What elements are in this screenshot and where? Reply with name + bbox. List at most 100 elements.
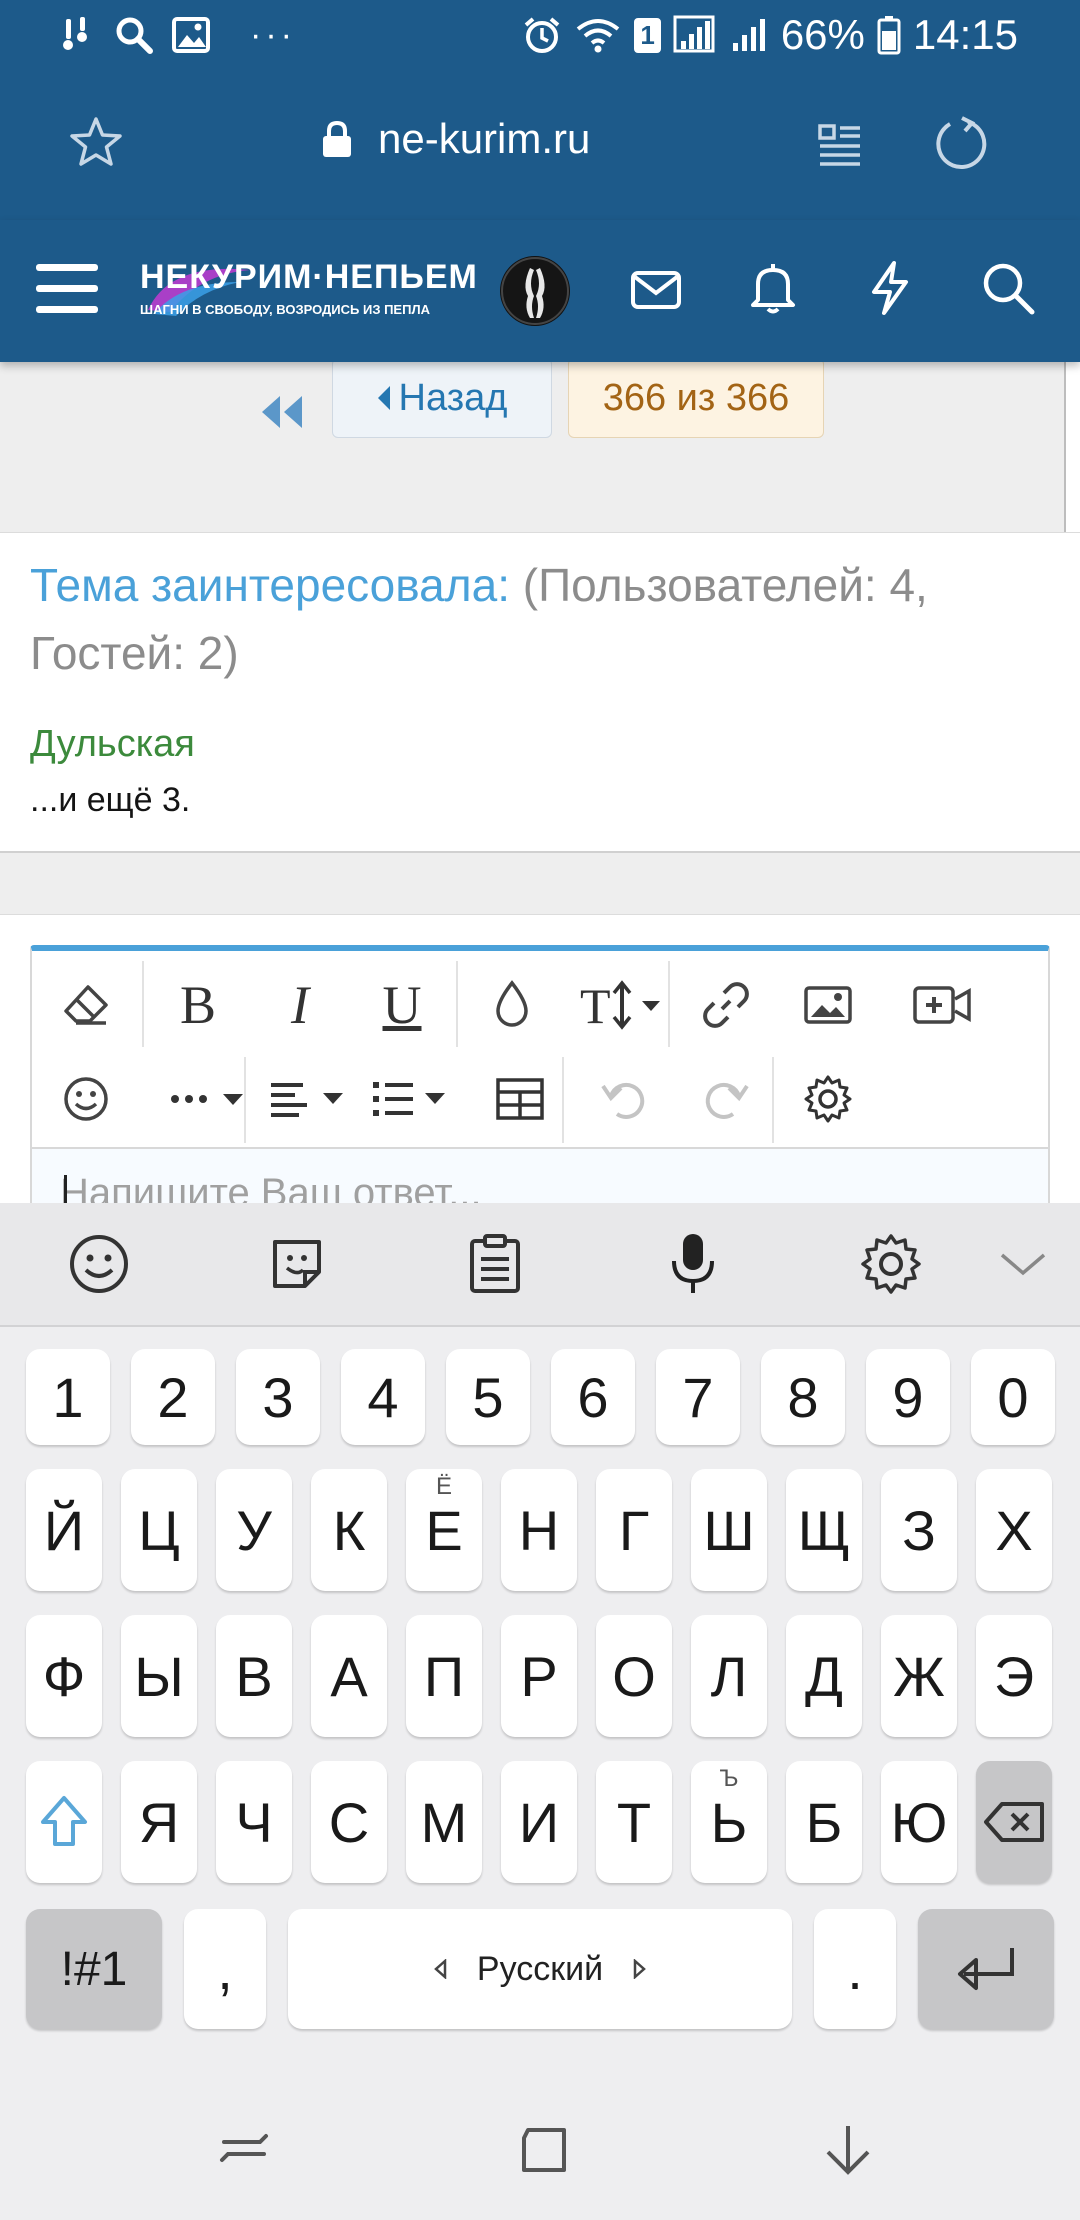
back-nav-icon[interactable] [818,2120,878,2180]
settings-icon[interactable] [788,1059,868,1139]
svg-text:T: T [580,979,611,1031]
key-1-label: 1 [52,1365,84,1429]
first-page-icon[interactable] [258,382,306,442]
redo-icon[interactable] [686,1059,766,1139]
color-icon[interactable] [472,965,552,1045]
list-icon[interactable] [362,1059,462,1139]
reload-icon[interactable] [932,116,988,172]
key-Н[interactable]: Н [501,1469,577,1591]
emoji-icon[interactable] [64,1229,134,1299]
smiley-icon[interactable] [46,1059,126,1139]
key-7[interactable]: 7 [656,1349,740,1445]
space-key-label: Русский [433,1950,647,1989]
key-9[interactable]: 9 [866,1349,950,1445]
key-Ш[interactable]: Ш [691,1469,767,1591]
key-М[interactable]: М [406,1761,482,1883]
key-Щ[interactable]: Щ [786,1469,862,1591]
watchers-title: Тема заинтересовала: (Пользователей: 4, … [30,551,1050,687]
user-link[interactable]: Дульская [30,723,195,766]
menu-icon[interactable] [34,258,100,318]
comma-key[interactable]: , [184,1909,266,2029]
site-logo[interactable]: НЕКУРИМ·НЕПЬЕМ ШАГНИ В СВОБОДУ, ВОЗРОДИС… [140,258,477,328]
key-Т[interactable]: Т [596,1761,672,1883]
key-Ы[interactable]: Ы [121,1615,197,1737]
key-Р[interactable]: Р [501,1615,577,1737]
key-К[interactable]: К [311,1469,387,1591]
key-Ф[interactable]: Ф [26,1615,102,1737]
key-3[interactable]: 3 [236,1349,320,1445]
key-И[interactable]: И [501,1761,577,1883]
key-6[interactable]: 6 [551,1349,635,1445]
back-button[interactable]: Назад [332,358,552,438]
bolt-icon[interactable] [866,260,914,316]
key-О[interactable]: О [596,1615,672,1737]
key-1[interactable]: 1 [26,1349,110,1445]
key-4[interactable]: 4 [341,1349,425,1445]
enter-key[interactable] [918,1909,1054,2029]
bold-icon[interactable]: B [158,965,238,1045]
key-Б[interactable]: Б [786,1761,862,1883]
key-3-label: 3 [262,1365,294,1429]
image-icon[interactable] [788,965,868,1045]
caret-right-icon [633,1959,646,1979]
mic-icon[interactable] [658,1229,728,1299]
reader-icon[interactable] [816,120,864,168]
eraser-icon[interactable] [46,965,126,1045]
toolbar-separator [772,1057,774,1143]
key-2-label: 2 [157,1365,189,1429]
period-key[interactable]: . [814,1909,896,2029]
key-З[interactable]: З [881,1469,957,1591]
address-bar[interactable]: ne-kurim.ru [320,115,590,163]
align-icon[interactable] [260,1059,360,1139]
key-5[interactable]: 5 [446,1349,530,1445]
table-icon[interactable] [480,1059,560,1139]
key-2[interactable]: 2 [131,1349,215,1445]
key-Й[interactable]: Й [26,1469,102,1591]
sticker-icon[interactable] [262,1229,332,1299]
avatar[interactable] [500,256,570,326]
key-Х[interactable]: Х [976,1469,1052,1591]
bell-icon[interactable] [748,260,798,316]
soft-keyboard: 1 2 34567890 ЙЦУКЕЁНГШЩЗХ ФЫВАПРОЛДЖЭ ЯЧСМИТЬ… [0,1203,1080,2078]
key-8[interactable]: 8 [761,1349,845,1445]
key-У[interactable]: У [216,1469,292,1591]
video-icon[interactable] [892,965,992,1045]
key-В[interactable]: В [216,1615,292,1737]
key-Л[interactable]: Л [691,1615,767,1737]
more-options-icon[interactable] [154,1059,264,1139]
more-users-text: ...и ещё 3. [30,781,191,819]
home-icon[interactable] [514,2120,574,2180]
key-С[interactable]: С [311,1761,387,1883]
underline-icon[interactable]: U [362,965,442,1045]
symbols-key[interactable]: !#1 [26,1909,162,2029]
shift-key[interactable] [26,1761,102,1883]
star-icon[interactable] [68,115,124,171]
key-Я[interactable]: Я [121,1761,197,1883]
key-Г[interactable]: Г [596,1469,672,1591]
recents-icon[interactable] [214,2120,274,2180]
backspace-key[interactable] [976,1761,1052,1883]
link-icon[interactable] [686,965,766,1045]
key-Ц[interactable]: Ц [121,1469,197,1591]
key-Е[interactable]: ЕЁ [406,1469,482,1591]
search-icon[interactable] [980,260,1036,316]
key-А[interactable]: А [311,1615,387,1737]
key-П[interactable]: П [406,1615,482,1737]
mail-icon[interactable] [630,264,682,316]
key-Ю[interactable]: Ю [881,1761,957,1883]
keyboard-settings-icon[interactable] [856,1229,926,1299]
key-Ь[interactable]: ЬЪ [691,1761,767,1883]
key-0[interactable]: 0 [971,1349,1055,1445]
collapse-keyboard-icon[interactable] [988,1229,1058,1299]
key-Ж[interactable]: Ж [881,1615,957,1737]
undo-icon[interactable] [584,1059,664,1139]
url-text[interactable]: ne-kurim.ru [378,115,590,163]
key-Ч[interactable]: Ч [216,1761,292,1883]
space-key[interactable]: Русский [288,1909,792,2029]
text-size-icon[interactable]: T [574,965,674,1045]
key-Д[interactable]: Д [786,1615,862,1737]
page-count[interactable]: 366 из 366 [568,358,824,438]
italic-icon[interactable]: I [260,965,340,1045]
key-Э[interactable]: Э [976,1615,1052,1737]
clipboard-icon[interactable] [460,1229,530,1299]
